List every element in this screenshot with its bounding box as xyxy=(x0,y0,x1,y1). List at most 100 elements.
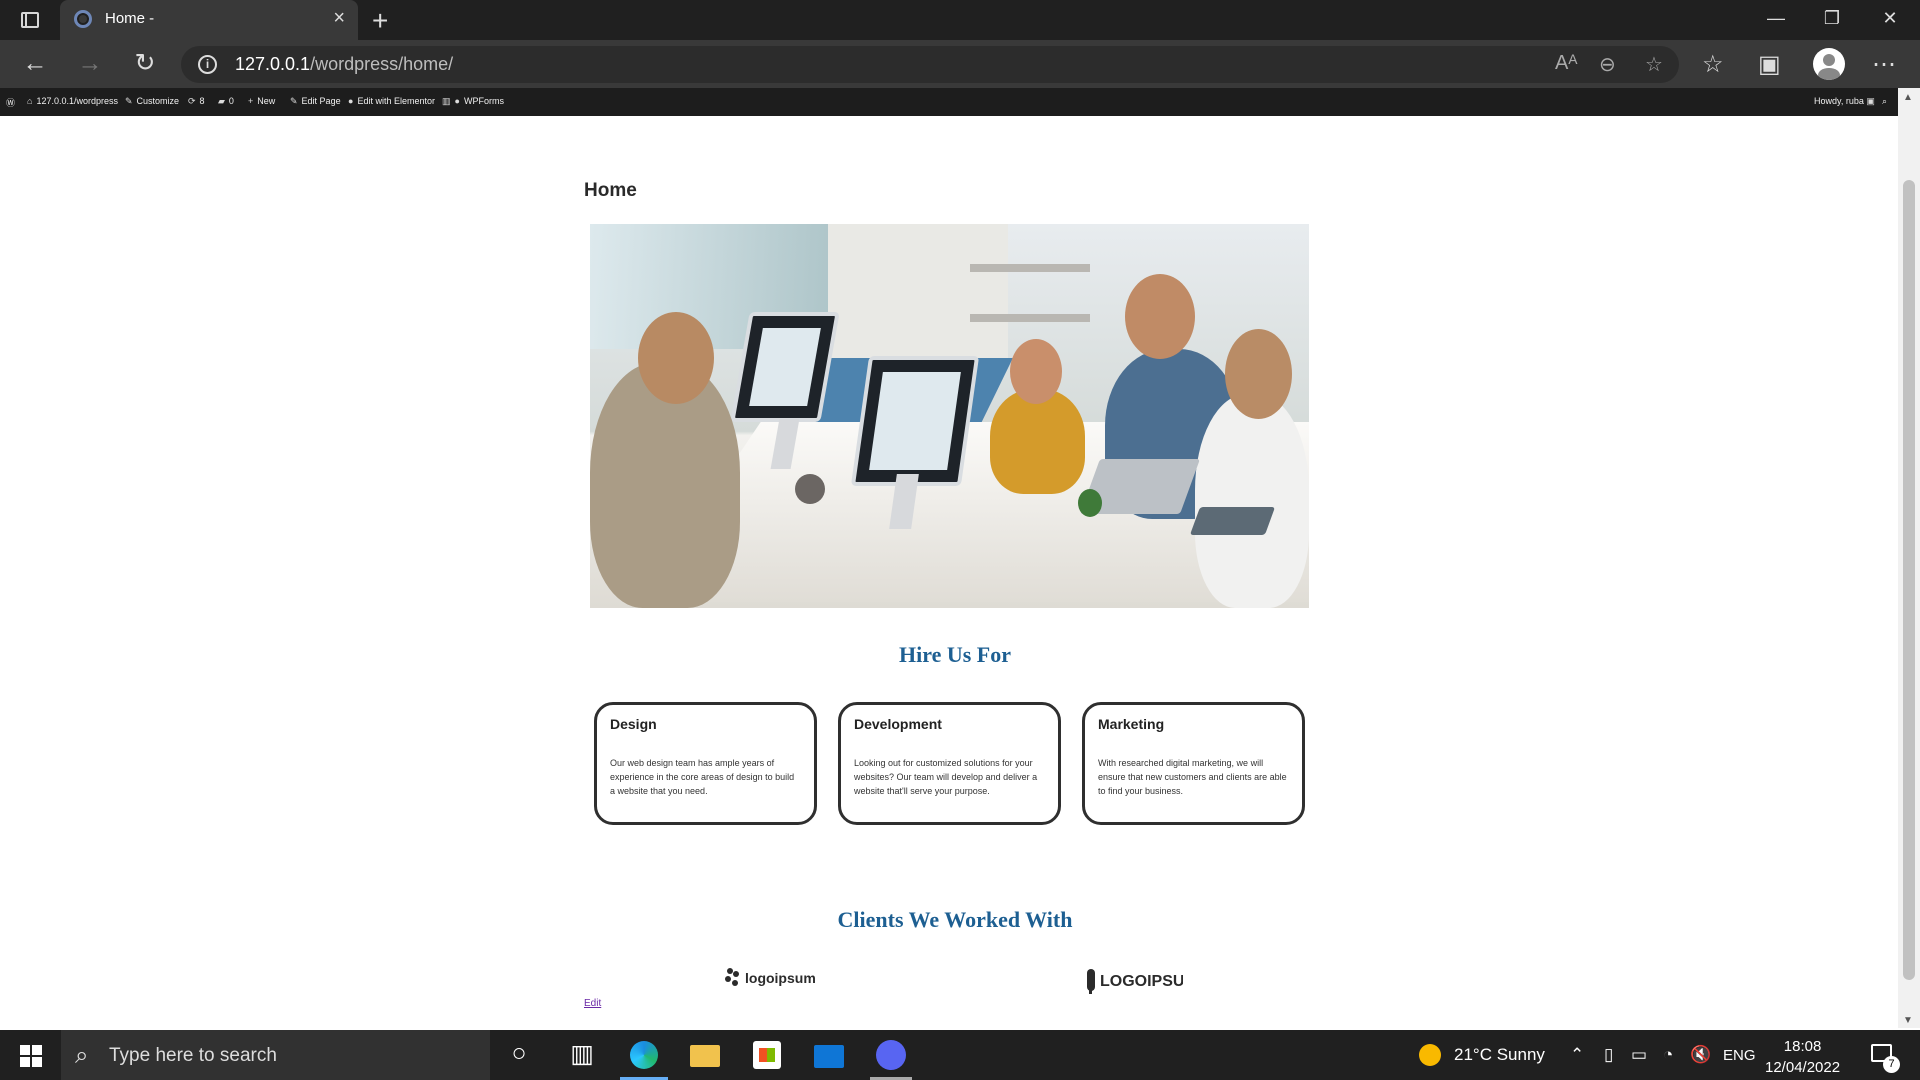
elementor-icon: ● xyxy=(348,96,354,106)
logo-wordmark: logoipsum xyxy=(745,970,816,986)
scroll-down-icon[interactable]: ▼ xyxy=(1903,1015,1913,1026)
taskbar-clock[interactable]: 18:08 12/04/2022 xyxy=(1765,1036,1840,1078)
child-yellow-shirt xyxy=(990,389,1085,494)
child-head xyxy=(1010,339,1062,404)
more-menu-icon[interactable]: ⋯ xyxy=(1872,50,1896,79)
wifi-icon[interactable]: ◔ xyxy=(1663,1045,1673,1065)
device-icon[interactable]: ▯ xyxy=(1604,1045,1613,1065)
office-shelf xyxy=(970,314,1090,322)
windows-start-icon[interactable] xyxy=(20,1045,42,1067)
computer-monitor xyxy=(850,356,980,486)
task-view-icon[interactable]: ▥ xyxy=(565,1039,599,1069)
microsoft-store-icon[interactable] xyxy=(753,1041,781,1069)
active-browser-tab[interactable]: Home - × xyxy=(60,0,358,40)
web-page-content: Home Hire Us For Design Our web design t… xyxy=(0,116,1898,1028)
weather-widget[interactable]: 21°C Sunny xyxy=(1454,1045,1545,1065)
mail-icon[interactable] xyxy=(814,1045,844,1068)
service-card-design: Design Our web design team has ample yea… xyxy=(594,702,817,825)
scrollbar-thumb[interactable] xyxy=(1903,180,1915,980)
wordpress-admin-bar: Ⓦ ⌂ 127.0.0.1/wordpress ✎ Customize ⟳ 8 ▰ 0 … xyxy=(0,88,1898,116)
coffee-mug xyxy=(795,474,825,504)
service-title: Marketing xyxy=(1098,716,1165,732)
add-favorite-icon[interactable]: ☆ xyxy=(1645,52,1663,77)
logo-wordmark: LOGOIPSUM xyxy=(1100,973,1183,990)
customize-link[interactable]: ✎ Customize xyxy=(125,96,179,107)
close-window-icon[interactable]: ✕ xyxy=(1872,8,1908,29)
office-wall xyxy=(828,224,1008,364)
clock-time: 18:08 xyxy=(1783,1038,1822,1055)
language-indicator[interactable]: ENG xyxy=(1723,1047,1756,1064)
edit-with-elementor-link[interactable]: ● Edit with Elementor xyxy=(348,96,435,106)
woman-head xyxy=(1225,329,1292,419)
logo-key-icon xyxy=(1087,969,1095,994)
windows-taskbar: ⌕ Type here to search ○ ▥ 21°C Sunny ⌃ ▯… xyxy=(0,1030,1920,1080)
page-scrollbar[interactable]: ▲ ▼ xyxy=(1898,88,1920,1028)
update-icon: ⟳ xyxy=(188,96,196,106)
volume-muted-icon[interactable]: 🔇 xyxy=(1690,1045,1711,1065)
tab-title: Home - xyxy=(105,10,155,27)
clients-heading: Clients We Worked With xyxy=(837,907,1073,932)
wordpress-favicon-icon xyxy=(74,10,92,28)
service-title: Design xyxy=(610,716,657,732)
search-icon: ⌕ xyxy=(75,1042,89,1069)
sunny-weather-icon xyxy=(1419,1044,1441,1066)
account-menu[interactable]: Howdy, ruba ▣ xyxy=(1814,96,1879,107)
status-dot-icon: ● xyxy=(454,96,460,106)
wpforms-link[interactable]: ▥ ● WPForms xyxy=(442,96,504,107)
small-plant xyxy=(1078,489,1102,517)
taskbar-search-placeholder: Type here to search xyxy=(109,1045,277,1066)
edge-browser-icon[interactable] xyxy=(630,1041,658,1069)
taskbar-search-box[interactable]: ⌕ Type here to search xyxy=(61,1030,490,1080)
clock-date: 12/04/2022 xyxy=(1765,1059,1841,1076)
site-info-icon[interactable]: i xyxy=(198,55,217,74)
show-hidden-icons-icon[interactable]: ⌃ xyxy=(1570,1045,1584,1065)
logo-symbol-icon xyxy=(725,968,739,986)
pencil-icon: ✎ xyxy=(125,96,133,106)
pencil-icon: ✎ xyxy=(290,96,298,106)
scroll-up-icon[interactable]: ▲ xyxy=(1903,92,1913,103)
edit-page-link[interactable]: ✎ Edit Page xyxy=(290,96,341,107)
office-team-hero-image xyxy=(590,224,1309,608)
read-aloud-icon[interactable]: Aᴬ xyxy=(1555,52,1577,75)
address-bar[interactable]: i 127.0.0.1/wordpress/home/ Aᴬ ⊖ ☆ xyxy=(181,46,1679,83)
new-content-link[interactable]: + New xyxy=(248,96,275,106)
browser-tab-strip: Home - × + — ❐ ✕ xyxy=(0,0,1920,40)
tab-actions-icon[interactable] xyxy=(16,8,44,32)
discord-icon[interactable] xyxy=(876,1040,906,1070)
url-text[interactable]: 127.0.0.1/wordpress/home/ xyxy=(235,54,453,75)
battery-icon[interactable]: ▭ xyxy=(1631,1045,1647,1065)
forward-icon[interactable]: → xyxy=(75,50,105,76)
admin-avatar-icon: ▣ xyxy=(1866,96,1875,106)
client-logo-logoipsum-1: logoipsum xyxy=(725,968,816,986)
updates-link[interactable]: ⟳ 8 xyxy=(188,96,205,107)
admin-site-link[interactable]: ⌂ 127.0.0.1/wordpress xyxy=(27,96,118,106)
woman-white-hoodie xyxy=(1195,394,1309,608)
zoom-icon[interactable]: ⊖ xyxy=(1599,52,1616,77)
service-description: With researched digital marketing, we wi… xyxy=(1098,758,1287,796)
comments-link[interactable]: ▰ 0 xyxy=(218,96,234,107)
favorites-icon[interactable]: ☆ xyxy=(1702,50,1724,79)
cortana-icon[interactable]: ○ xyxy=(502,1039,536,1069)
man-head xyxy=(638,312,714,404)
man-glasses-head xyxy=(1125,274,1195,359)
edit-link[interactable]: Edit xyxy=(584,998,601,1009)
page-title: Home xyxy=(584,180,637,201)
client-logo-logoipsum-2: LOGOIPSUM xyxy=(1087,969,1183,994)
reload-icon[interactable]: ↻ xyxy=(130,50,160,76)
profile-avatar-icon[interactable] xyxy=(1813,48,1845,80)
service-card-marketing: Marketing With researched digital market… xyxy=(1082,702,1305,825)
collections-icon[interactable]: ▣ xyxy=(1758,50,1781,79)
service-description: Our web design team has ample years of e… xyxy=(610,758,795,796)
office-shelf xyxy=(970,264,1090,272)
back-icon[interactable]: ← xyxy=(20,50,50,76)
tab-close-icon[interactable]: × xyxy=(333,8,345,28)
minimize-window-icon[interactable]: — xyxy=(1758,8,1794,29)
plus-icon: + xyxy=(248,96,254,106)
hire-us-heading: Hire Us For xyxy=(898,642,1011,667)
new-tab-button[interactable]: + xyxy=(372,5,388,37)
browser-toolbar: ← → ↻ i 127.0.0.1/wordpress/home/ Aᴬ ⊖ ☆… xyxy=(0,40,1920,88)
admin-search-icon[interactable]: ⌕ xyxy=(1882,96,1887,107)
file-explorer-icon[interactable] xyxy=(690,1045,720,1067)
wordpress-logo-icon[interactable]: Ⓦ xyxy=(6,96,15,109)
restore-window-icon[interactable]: ❐ xyxy=(1814,8,1850,29)
